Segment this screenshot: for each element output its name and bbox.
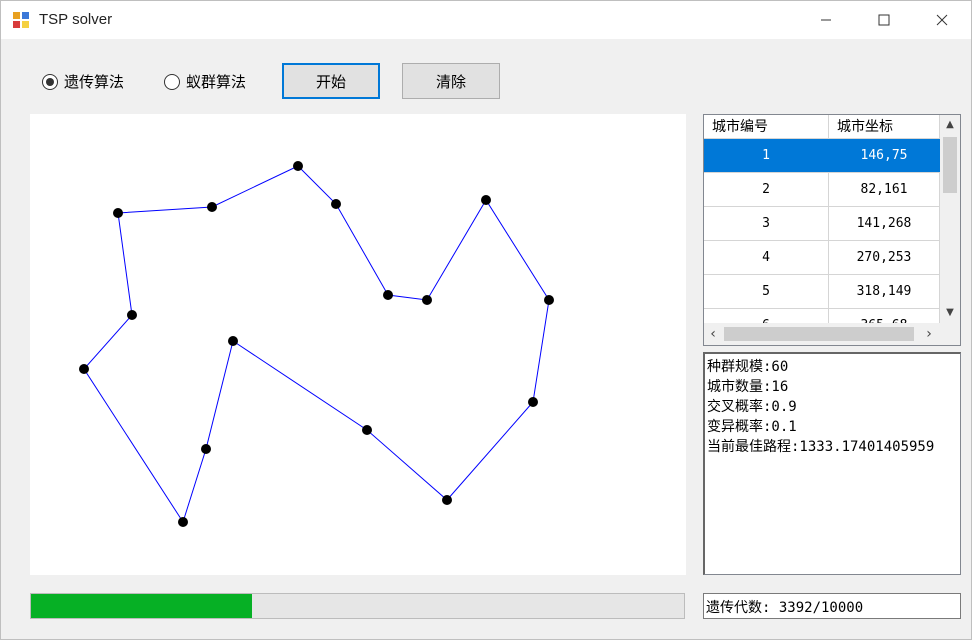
radio-aco-indicator[interactable] — [164, 73, 180, 90]
city-point — [422, 295, 432, 305]
scroll-down-icon[interactable]: ▼ — [940, 303, 960, 321]
city-point — [362, 425, 372, 435]
city-point — [113, 208, 123, 218]
title-bar: TSP solver — [1, 1, 971, 39]
progress-bar — [30, 593, 685, 619]
scroll-corner — [940, 323, 960, 345]
info-mutation-rate: 变异概率:0.1 — [707, 419, 797, 435]
clear-button[interactable]: 清除 — [402, 63, 500, 99]
close-icon — [936, 14, 948, 26]
vertical-scroll-thumb[interactable] — [943, 137, 957, 193]
tour-path — [83, 165, 550, 524]
cell-city-id: 2 — [704, 173, 829, 206]
info-population: 种群规模:60 — [707, 359, 789, 375]
city-point — [79, 364, 89, 374]
cell-city-coord: 365,68 — [829, 309, 940, 323]
cell-city-coord: 82,161 — [829, 173, 940, 206]
scroll-left-icon[interactable]: ‹ — [704, 323, 722, 345]
header-city-coord[interactable]: 城市坐标 — [829, 115, 940, 139]
grid-header: 城市编号 城市坐标 — [704, 115, 940, 139]
table-row[interactable]: 4 270,253 — [704, 241, 940, 275]
cell-city-coord: 141,268 — [829, 207, 940, 240]
header-city-id[interactable]: 城市编号 — [704, 115, 829, 139]
city-point — [178, 517, 188, 527]
maximize-icon — [878, 14, 890, 26]
table-row[interactable]: 5 318,149 — [704, 275, 940, 309]
city-point — [127, 310, 137, 320]
table-row[interactable]: 6 365,68 — [704, 309, 940, 323]
tour-plot — [79, 161, 554, 527]
cell-city-coord: 270,253 — [829, 241, 940, 274]
vertical-scrollbar[interactable]: ▲ ▼ — [940, 115, 960, 323]
window-title: TSP solver — [39, 11, 113, 28]
city-point — [293, 161, 303, 171]
cell-city-id: 5 — [704, 275, 829, 308]
radio-genetic-algorithm[interactable]: 遗传算法 — [42, 71, 124, 92]
cell-city-id: 4 — [704, 241, 829, 274]
grid-body: 1 146,75 2 82,161 3 141,268 4 270,253 5 … — [704, 139, 940, 323]
table-row[interactable]: 3 141,268 — [704, 207, 940, 241]
scroll-up-icon[interactable]: ▲ — [940, 115, 960, 133]
minimize-button[interactable] — [797, 1, 855, 39]
maximize-button[interactable] — [855, 1, 913, 39]
city-point — [207, 202, 217, 212]
horizontal-scroll-thumb[interactable] — [724, 327, 914, 341]
city-point — [442, 495, 452, 505]
city-grid[interactable]: 城市编号 城市坐标 1 146,75 2 82,161 3 141,268 4 … — [703, 114, 961, 346]
info-best-distance: 当前最佳路程:1333.17401405959 — [707, 439, 935, 455]
start-button[interactable]: 开始 — [282, 63, 380, 99]
info-city-count: 城市数量:16 — [707, 379, 789, 395]
app-icon — [13, 12, 29, 28]
cell-city-coord: 146,75 — [829, 139, 940, 172]
radio-ga-label: 遗传算法 — [64, 73, 125, 91]
city-point — [481, 195, 491, 205]
table-row[interactable]: 1 146,75 — [704, 139, 940, 173]
tour-canvas[interactable] — [30, 114, 686, 575]
table-row[interactable]: 2 82,161 — [704, 173, 940, 207]
radio-aco-label: 蚁群算法 — [186, 73, 247, 91]
city-point — [331, 199, 341, 209]
cell-city-id: 6 — [704, 309, 829, 323]
cell-city-id: 1 — [704, 139, 829, 172]
info-textbox[interactable]: 种群规模:60 城市数量:16 交叉概率:0.9 变异概率:0.1 当前最佳路程… — [703, 352, 961, 575]
cell-city-coord: 318,149 — [829, 275, 940, 308]
progress-fill — [31, 594, 253, 618]
city-point — [544, 295, 554, 305]
radio-ant-colony[interactable]: 蚁群算法 — [164, 71, 246, 92]
main-window: TSP solver 遗传算法 蚁群算法 开始 清除 城市编号 城市坐标 1 1… — [0, 0, 972, 640]
city-point — [228, 336, 238, 346]
minimize-icon — [821, 19, 831, 21]
info-crossover-rate: 交叉概率:0.9 — [707, 399, 797, 415]
radio-ga-indicator[interactable] — [42, 73, 58, 90]
scroll-right-icon[interactable]: › — [920, 323, 938, 345]
city-point — [201, 444, 211, 454]
city-point — [383, 290, 393, 300]
close-button[interactable] — [913, 1, 971, 39]
cell-city-id: 3 — [704, 207, 829, 240]
horizontal-scrollbar[interactable]: ‹ › — [704, 323, 940, 345]
generation-textbox[interactable]: 遗传代数: 3392/10000 — [703, 593, 961, 619]
city-point — [528, 397, 538, 407]
